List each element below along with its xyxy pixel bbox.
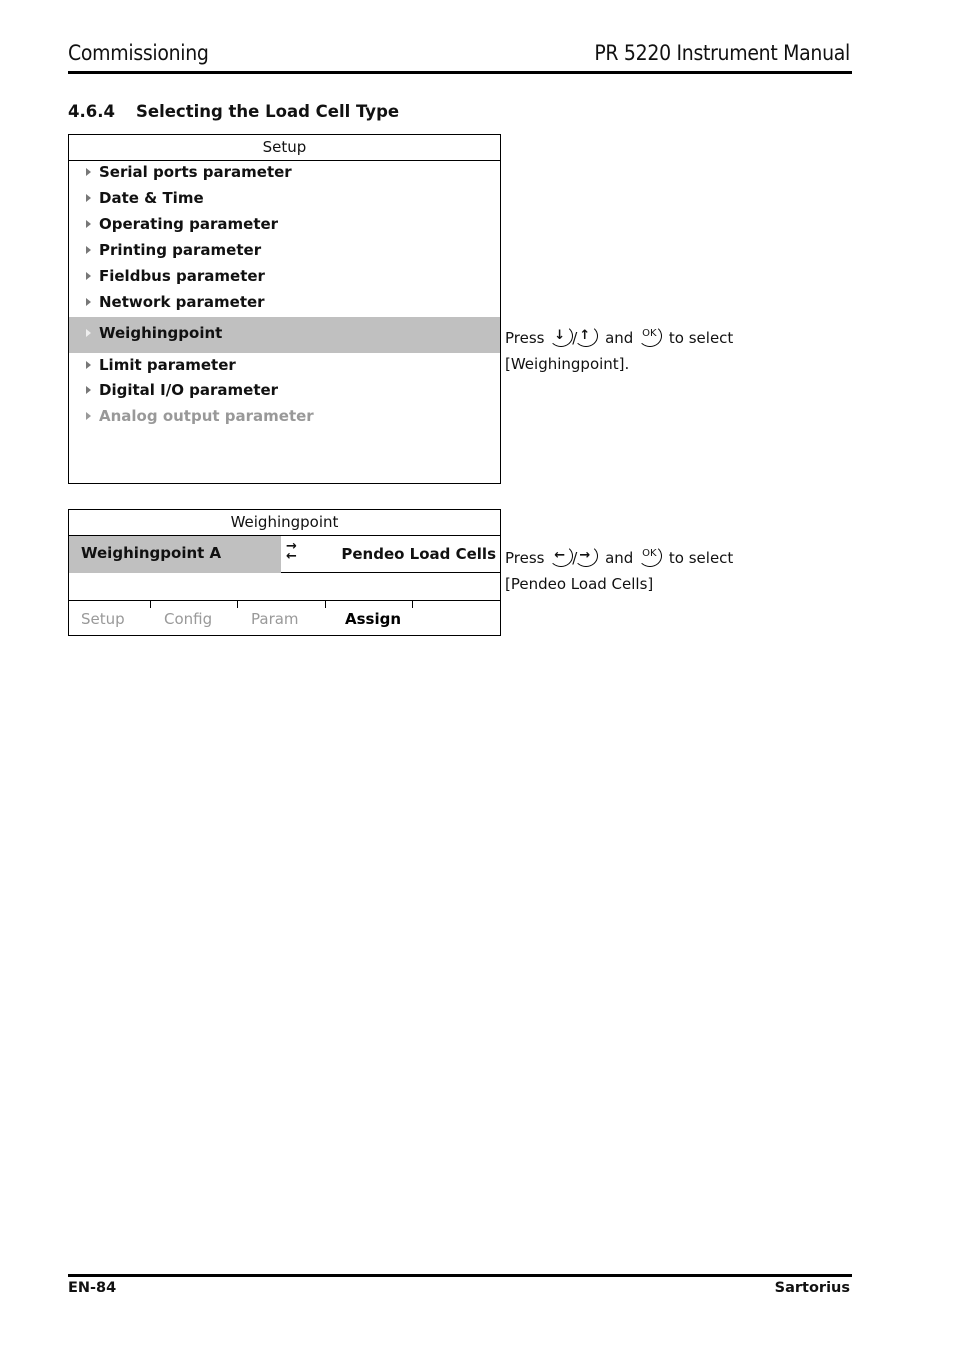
triangle-right-icon [86,194,91,202]
menu-item-label: Operating parameter [99,215,279,233]
instruction-text: and [605,549,634,567]
setup-screen: Setup Serial ports parameter Date & Time… [68,134,501,484]
section-title: Selecting the Load Cell Type [136,102,400,121]
weighingpoint-label: Weighingpoint A [69,536,281,573]
softkey-bar: Setup Config Param Assign [69,600,500,636]
triangle-right-icon [86,168,91,176]
tab-assign[interactable]: Assign [345,601,401,635]
instruction-target: [Pendeo Load Cells] [505,575,654,593]
menu-item-label: Network parameter [99,293,265,311]
menu-item-network[interactable]: Network parameter [69,289,500,315]
menu-item-label: Serial ports parameter [99,163,292,181]
menu-item-analog-output: Analog output parameter [69,403,500,429]
menu-item-label: Weighingpoint [99,324,223,342]
down-key-icon: ↓ [549,325,575,347]
triangle-right-icon [86,386,91,394]
instruction-pendeo: Press ← / → and OK to select [Pendeo Load … [505,545,733,597]
tab-config[interactable]: Config [164,601,212,635]
section-heading: 4.6.4 Selecting the Load Cell Type [68,102,399,121]
right-key-icon: → [574,545,600,567]
load-cell-type-field[interactable]: → ← Pendeo Load Cells [281,536,500,573]
chapter-title: Commissioning [68,41,209,65]
triangle-right-icon [86,272,91,280]
menu-item-digital-io[interactable]: Digital I/O parameter [69,377,500,403]
footer-rule [68,1274,852,1277]
menu-item-date-time[interactable]: Date & Time [69,185,500,211]
triangle-right-icon [86,329,91,337]
menu-item-label: Printing parameter [99,241,262,259]
manual-title: PR 5220 Instrument Manual [594,41,850,65]
weighingpoint-screen-title: Weighingpoint [69,510,500,536]
section-number: 4.6.4 [68,102,115,121]
left-key-icon: ← [549,545,575,567]
swap-arrows-icon: → ← [286,539,297,564]
instruction-text: to select [668,329,734,347]
menu-item-label: Limit parameter [99,356,236,374]
ok-key-icon: OK [638,545,664,567]
weighingpoint-screen: Weighingpoint Weighingpoint A → ← Pendeo … [68,509,501,636]
tab-divider [150,601,151,608]
menu-item-limit[interactable]: Limit parameter [69,352,500,378]
menu-item-weighingpoint[interactable]: Weighingpoint [69,317,500,353]
menu-item-fieldbus[interactable]: Fieldbus parameter [69,263,500,289]
instruction-target: [Weighingpoint]. [505,355,630,373]
setup-screen-title: Setup [69,135,500,161]
menu-item-serial-ports[interactable]: Serial ports parameter [69,159,500,185]
instruction-text: Press [505,549,545,567]
brand-name: Sartorius [774,1280,850,1296]
tab-setup[interactable]: Setup [81,601,125,635]
instruction-text: to select [668,549,734,567]
instruction-weighingpoint: Press ↓ / ↑ and OK to select [Weighingpoin… [505,325,733,377]
menu-item-label: Fieldbus parameter [99,267,265,285]
menu-item-operating[interactable]: Operating parameter [69,211,500,237]
load-cell-type-value: Pendeo Load Cells [341,545,496,563]
ok-key-icon: OK [638,325,664,347]
triangle-right-icon [86,361,91,369]
instruction-text: and [605,329,634,347]
up-key-icon: ↑ [574,325,600,347]
tab-divider [412,601,413,608]
triangle-right-icon [86,220,91,228]
tab-divider [325,601,326,608]
instruction-text: Press [505,329,545,347]
page-number: EN-84 [68,1280,117,1296]
header-rule [68,71,852,74]
tab-param[interactable]: Param [251,601,299,635]
tab-divider [237,601,238,608]
menu-item-label: Digital I/O parameter [99,381,279,399]
triangle-right-icon [86,298,91,306]
weighingpoint-row[interactable]: Weighingpoint A → ← Pendeo Load Cells [69,536,500,573]
menu-item-label: Analog output parameter [99,407,314,425]
triangle-right-icon [86,246,91,254]
triangle-right-icon [86,412,91,420]
menu-item-label: Date & Time [99,189,204,207]
menu-item-printing[interactable]: Printing parameter [69,237,500,263]
